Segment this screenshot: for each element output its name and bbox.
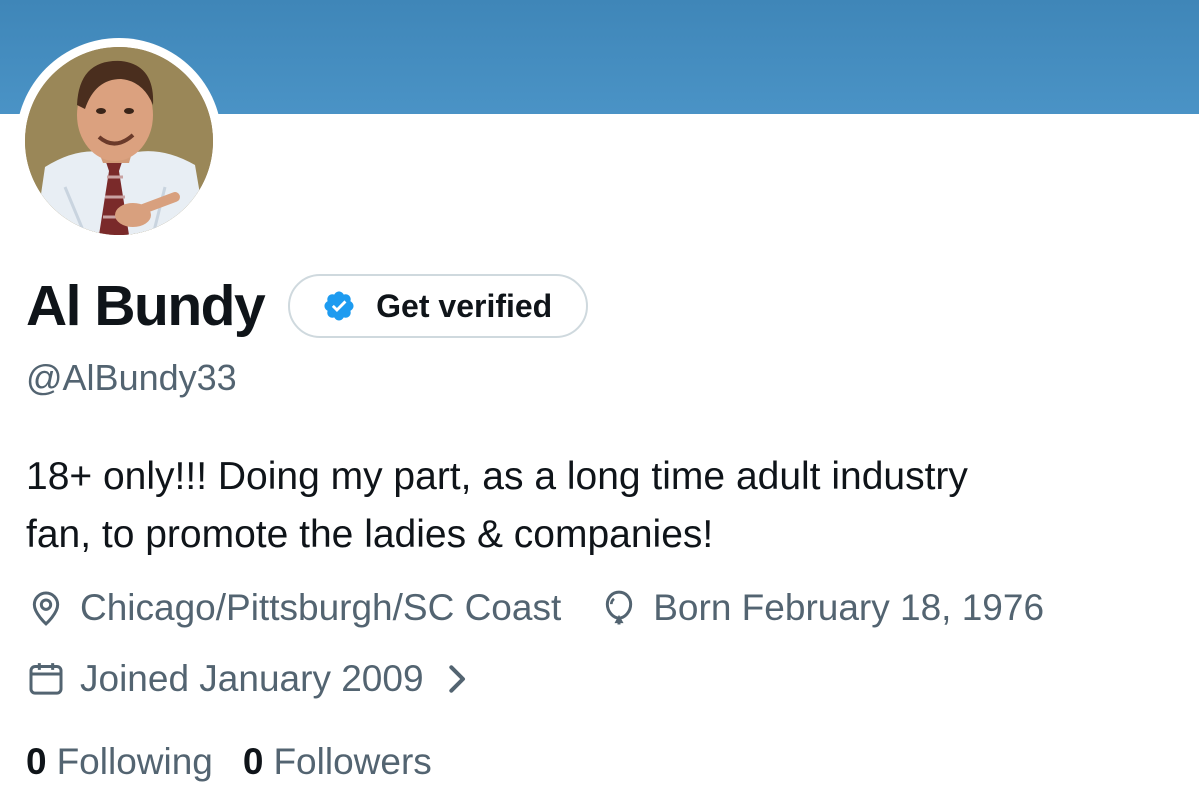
location-item: Chicago/Pittsburgh/SC Coast — [26, 586, 561, 630]
bio-line: 18+ only!!! Doing my part, as a long tim… — [26, 455, 968, 498]
following-label: Following — [56, 741, 213, 782]
joined-item[interactable]: Joined January 2009 — [26, 657, 492, 701]
location-text: Chicago/Pittsburgh/SC Coast — [80, 587, 562, 628]
following-count: 0 — [26, 741, 47, 782]
calendar-icon — [29, 663, 63, 695]
joined-row[interactable]: Joined January 2009 — [26, 657, 492, 701]
verified-badge-icon — [324, 291, 354, 321]
name-row: Al Bundy Get verified — [26, 270, 589, 342]
follow-stats: 0 Following 0 Followers — [26, 740, 432, 784]
profile-avatar[interactable] — [16, 38, 222, 244]
profile-meta-row: Chicago/Pittsburgh/SC Coast Born Februar… — [26, 586, 1044, 630]
display-name: Al Bundy — [26, 274, 266, 338]
profile-page: Al Bundy Get verified @AlBundy33 18+ onl… — [0, 0, 1199, 807]
birthday-item: Born February 18, 1976 — [599, 586, 1044, 630]
get-verified-label: Get verified — [376, 287, 553, 324]
following-link[interactable]: 0 Following — [26, 740, 213, 784]
user-handle: @AlBundy33 — [26, 357, 237, 398]
avatar-photo — [25, 47, 213, 235]
bio-line: fan, to promote the ladies & companies! — [26, 513, 714, 556]
avatar-illustration — [25, 47, 213, 235]
chevron-right-icon — [448, 665, 465, 693]
birthday-text: Born February 18, 1976 — [653, 587, 1045, 628]
followers-label: Followers — [273, 741, 432, 782]
location-pin-icon — [32, 591, 60, 626]
followers-link[interactable]: 0 Followers — [243, 740, 432, 784]
followers-count: 0 — [242, 741, 264, 782]
get-verified-button[interactable]: Get verified — [288, 274, 589, 338]
profile-bio: 18+ only!!! Doing my part, as a long tim… — [26, 448, 1166, 564]
joined-text: Joined January 2009 — [80, 658, 424, 699]
balloon-icon — [606, 590, 633, 625]
